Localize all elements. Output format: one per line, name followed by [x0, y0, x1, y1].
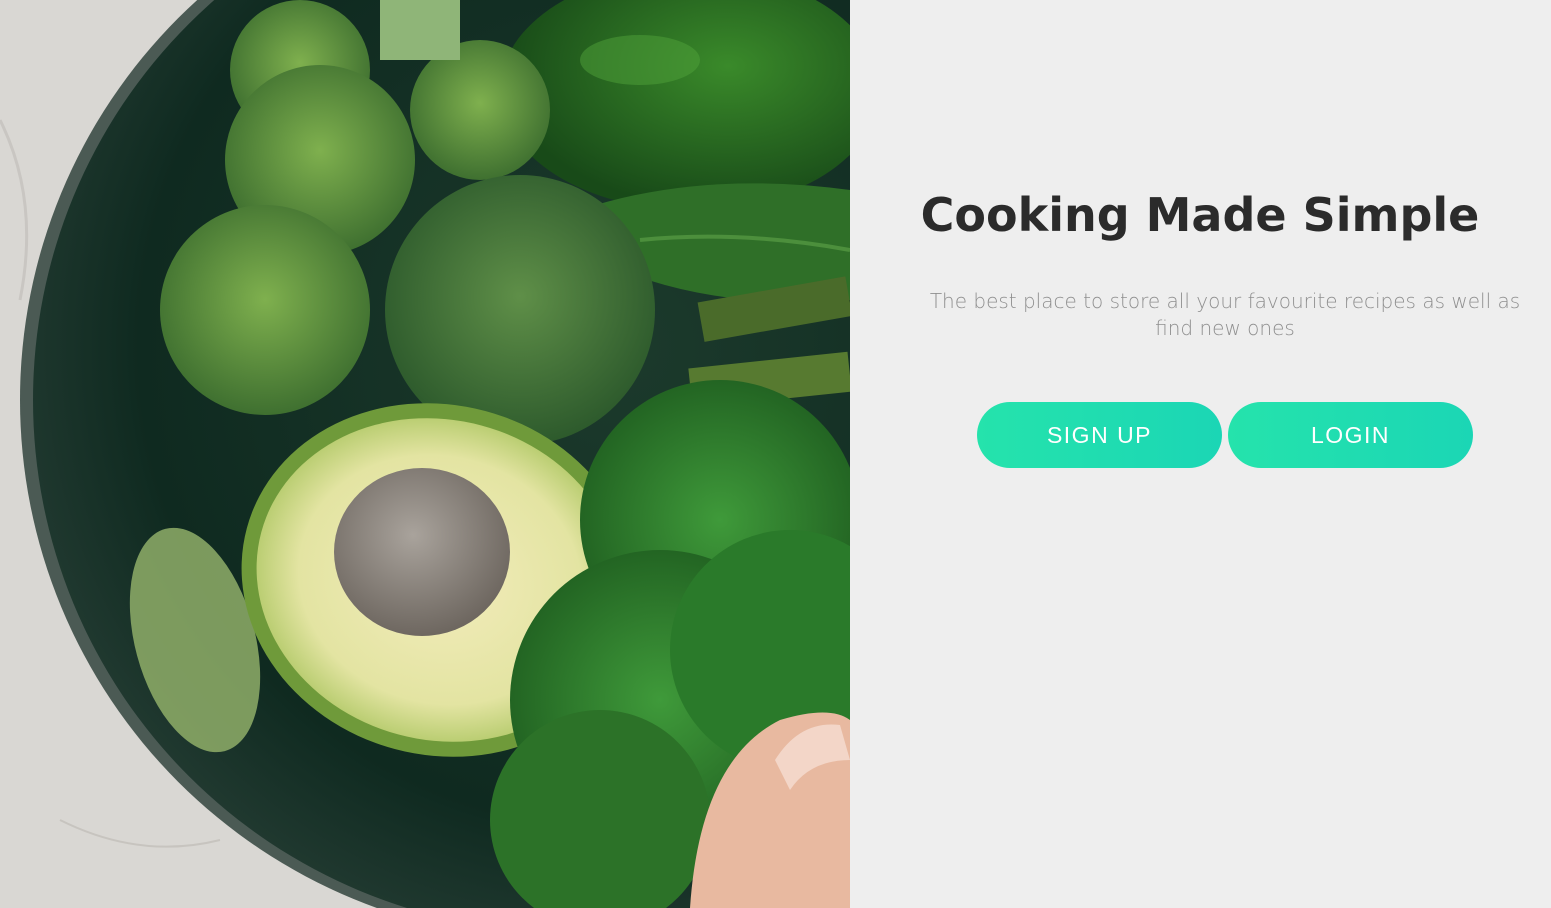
- login-button[interactable]: LOGIN: [1228, 402, 1473, 468]
- sign-up-button[interactable]: SIGN UP: [977, 402, 1222, 468]
- sign-up-label: SIGN UP: [1046, 421, 1153, 448]
- login-label: LOGIN: [1310, 421, 1391, 448]
- page-title: Cooking Made Simple: [920, 188, 1480, 242]
- landing-page: Cooking Made Simple The best place to st…: [0, 0, 1551, 908]
- content-panel: Cooking Made Simple The best place to st…: [850, 0, 1551, 908]
- tagline: The best place to store all your favouri…: [929, 289, 1521, 340]
- hero-image: [0, 0, 850, 908]
